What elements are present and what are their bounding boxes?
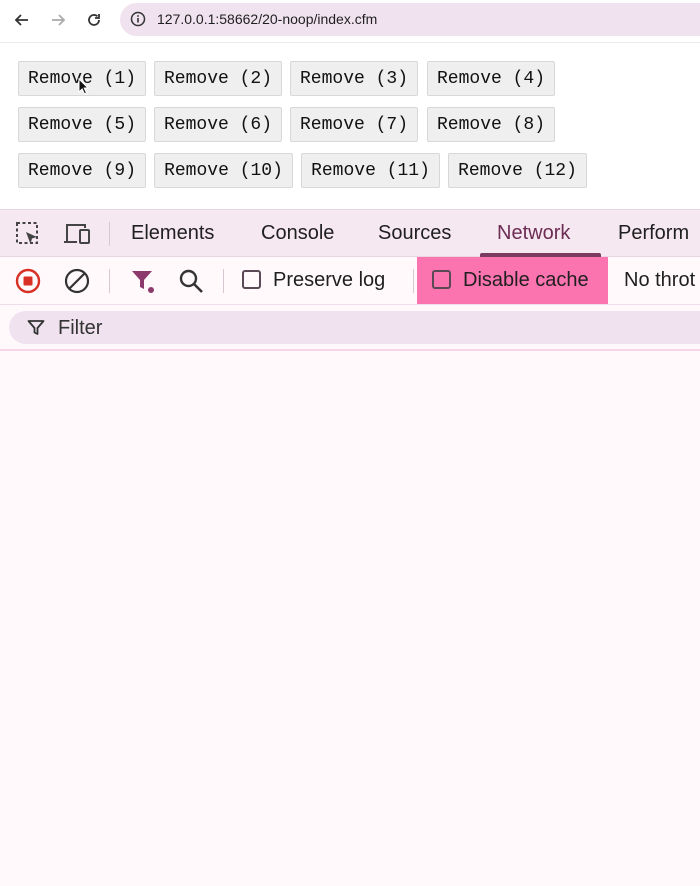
disable-cache-checkbox[interactable] [432, 270, 451, 289]
arrow-right-icon [52, 14, 66, 26]
remove-button-3[interactable]: Remove (3) [290, 61, 418, 96]
divider [109, 222, 110, 246]
tab-console[interactable]: Console [261, 222, 334, 245]
arrow-left-icon [14, 14, 28, 26]
throttling-dropdown[interactable]: No throt [624, 269, 695, 292]
remove-button-10[interactable]: Remove (10) [154, 153, 293, 188]
remove-button-8[interactable]: Remove (8) [427, 107, 555, 142]
inspect-element-button[interactable] [14, 220, 42, 248]
clear-button[interactable] [63, 267, 91, 295]
funnel-icon [132, 271, 154, 293]
divider [413, 269, 414, 293]
tab-elements[interactable]: Elements [131, 222, 214, 245]
filter-bar: Filter [0, 305, 700, 351]
browser-toolbar: 127.0.0.1:58662/20-noop/index.cfm [0, 0, 700, 43]
filter-input[interactable]: Filter [9, 311, 700, 344]
remove-button-7[interactable]: Remove (7) [290, 107, 418, 142]
network-toolbar: Preserve log Disable cache No throt [0, 257, 700, 305]
preserve-log-label[interactable]: Preserve log [273, 269, 385, 292]
remove-button-4[interactable]: Remove (4) [427, 61, 555, 96]
device-toolbar-button[interactable] [63, 220, 91, 248]
devtools-tab-bar: Elements Console Sources Network Perform [0, 209, 700, 257]
remove-button-12[interactable]: Remove (12) [448, 153, 587, 188]
record-stop-icon [15, 268, 41, 294]
clear-icon [64, 268, 90, 294]
device-toggle-icon [64, 224, 90, 244]
search-icon [179, 269, 203, 293]
preserve-log-checkbox[interactable] [242, 270, 261, 289]
devtools-panel: Elements Console Sources Network Perform [0, 209, 700, 886]
reload-icon [88, 14, 100, 26]
address-bar[interactable]: 127.0.0.1:58662/20-noop/index.cfm [120, 3, 700, 36]
divider [109, 269, 110, 293]
remove-button-9[interactable]: Remove (9) [18, 153, 146, 188]
remove-button-2[interactable]: Remove (2) [154, 61, 282, 96]
info-icon[interactable] [130, 11, 146, 27]
disable-cache-label[interactable]: Disable cache [463, 269, 589, 292]
tab-network[interactable]: Network [497, 222, 570, 245]
mouse-cursor-icon [78, 78, 90, 95]
filter-toggle-button[interactable] [129, 267, 157, 295]
network-request-list [0, 351, 700, 886]
inspect-element-icon [16, 222, 38, 244]
url-text: 127.0.0.1:58662/20-noop/index.cfm [157, 11, 378, 27]
back-button[interactable] [10, 8, 34, 32]
filter-placeholder: Filter [58, 317, 103, 339]
record-button[interactable] [14, 267, 42, 295]
remove-button-11[interactable]: Remove (11) [301, 153, 440, 188]
tab-sources[interactable]: Sources [378, 222, 451, 245]
remove-button-5[interactable]: Remove (5) [18, 107, 146, 142]
reload-button[interactable] [82, 8, 106, 32]
forward-button[interactable] [46, 8, 70, 32]
search-button[interactable] [177, 267, 205, 295]
tab-performance[interactable]: Perform [618, 222, 689, 245]
filter-icon [27, 320, 45, 335]
disable-cache-highlight: Disable cache [417, 257, 608, 304]
page-content: Remove (1) Remove (2) Remove (3) Remove … [0, 43, 700, 208]
remove-button-6[interactable]: Remove (6) [154, 107, 282, 142]
divider [223, 269, 224, 293]
